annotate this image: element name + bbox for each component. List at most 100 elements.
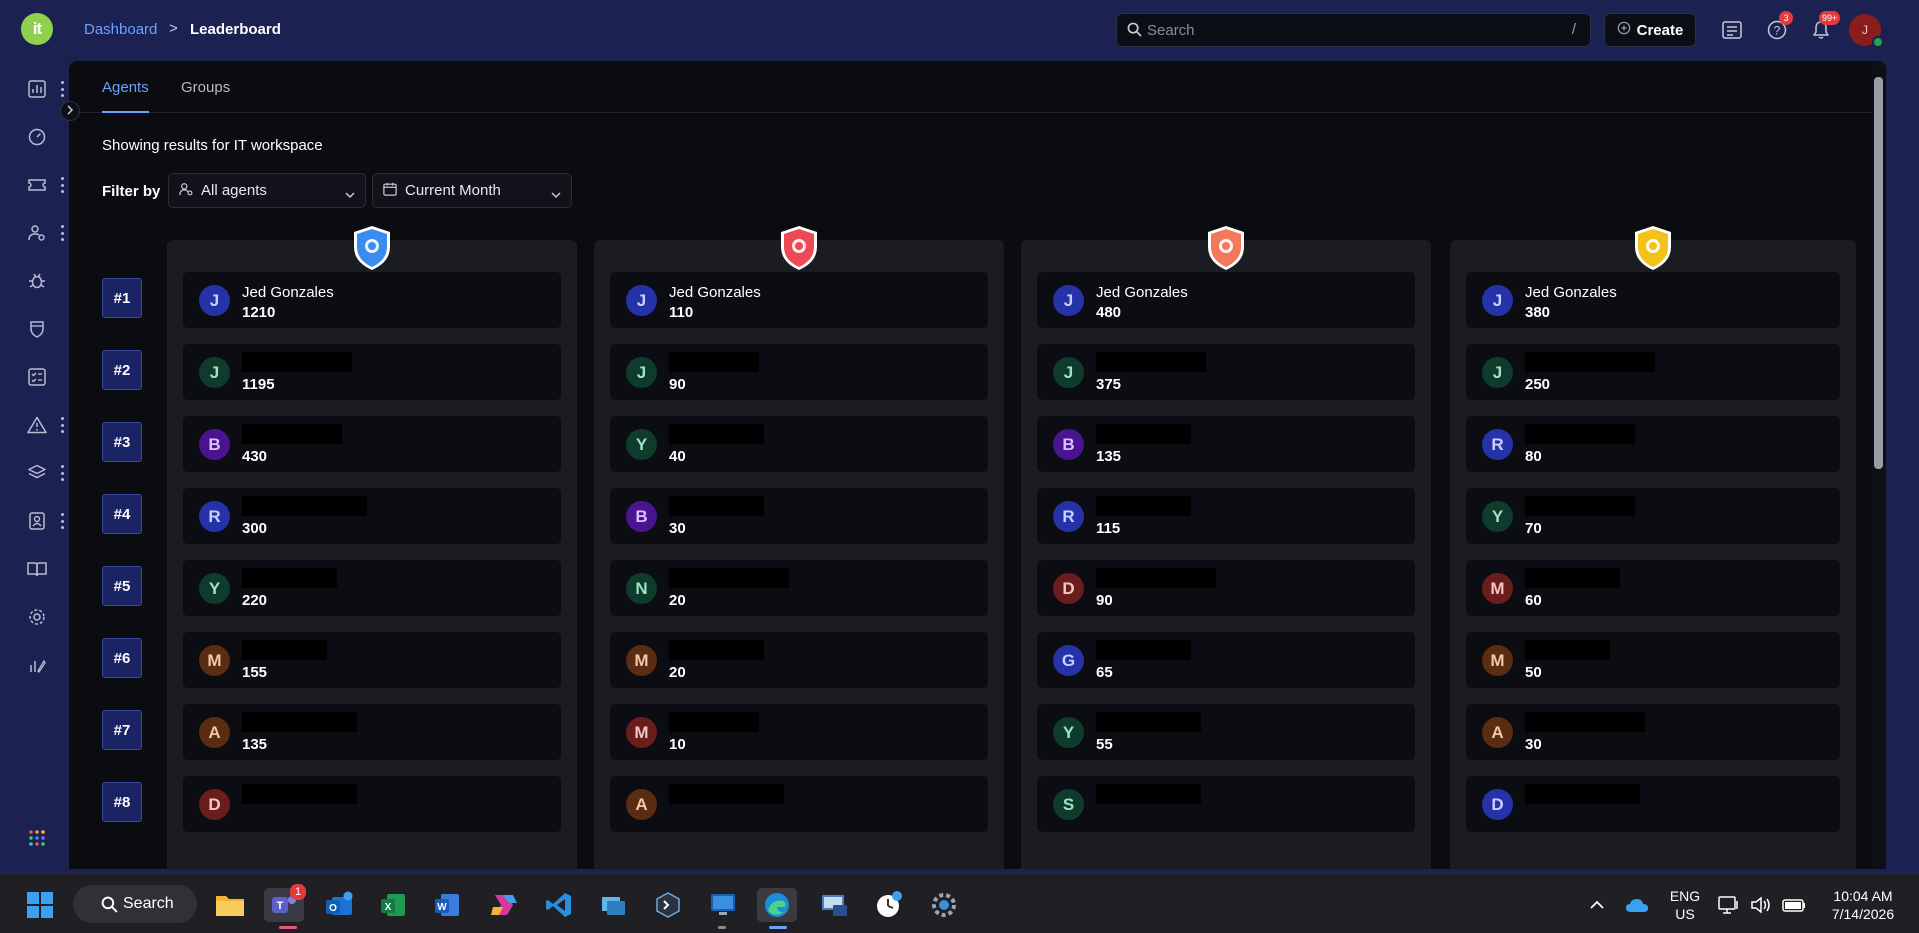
battery-icon[interactable]: [1777, 888, 1811, 922]
warning-icon[interactable]: [26, 414, 48, 436]
leaderboard-row[interactable]: J 375: [1037, 344, 1415, 400]
news-icon[interactable]: [1720, 18, 1744, 42]
tab-groups[interactable]: Groups: [181, 79, 230, 111]
app-logo[interactable]: it: [21, 13, 53, 45]
leaderboard-row[interactable]: Y 220: [183, 560, 561, 616]
leaderboard-row[interactable]: A 30: [1466, 704, 1840, 760]
agent-avatar: N: [626, 573, 657, 604]
scrollbar-thumb[interactable]: [1874, 77, 1883, 469]
vscode-icon[interactable]: [542, 888, 576, 922]
leaderboard-row[interactable]: G 65: [1037, 632, 1415, 688]
contacts-book-icon[interactable]: [26, 510, 48, 532]
contacts-menu-dots-icon[interactable]: [58, 513, 66, 529]
clock-reminder-icon[interactable]: [872, 888, 906, 922]
leaderboard-row[interactable]: R 300: [183, 488, 561, 544]
leaderboard-row[interactable]: J 90: [610, 344, 988, 400]
vertical-scrollbar[interactable]: [1872, 61, 1886, 869]
taskbar-search-label: Search: [123, 895, 174, 912]
network-monitor-icon[interactable]: [1712, 888, 1746, 922]
dashboard-menu-dots-icon[interactable]: [58, 81, 66, 97]
agent-avatar: A: [626, 789, 657, 820]
agent-name: Jed Gonzales: [242, 284, 334, 301]
file-explorer-icon[interactable]: [213, 888, 247, 922]
period-filter-dropdown[interactable]: Current Month: [372, 173, 572, 208]
leaderboard-row[interactable]: M 10: [610, 704, 988, 760]
leaderboard-row[interactable]: M 50: [1466, 632, 1840, 688]
users-menu-dots-icon[interactable]: [58, 225, 66, 241]
leaderboard-row[interactable]: R 80: [1466, 416, 1840, 472]
problems-menu-dots-icon[interactable]: [58, 417, 66, 433]
leaderboard-row[interactable]: J 250: [1466, 344, 1840, 400]
terminal-app-icon[interactable]: [651, 888, 685, 922]
leaderboard-row[interactable]: B 135: [1037, 416, 1415, 472]
rank-badge: #4: [102, 494, 142, 534]
agent-avatar: M: [626, 645, 657, 676]
leaderboard-row[interactable]: D: [183, 776, 561, 832]
leaderboard-row[interactable]: S: [1037, 776, 1415, 832]
agent-score: 155: [242, 664, 268, 681]
leaderboard-row[interactable]: B 430: [183, 416, 561, 472]
report-edit-icon[interactable]: [26, 654, 48, 676]
leaderboard-row[interactable]: B 30: [610, 488, 988, 544]
language-line-2: US: [1675, 906, 1695, 922]
leaderboard-row[interactable]: J Jed Gonzales 380: [1466, 272, 1840, 328]
leaderboard-row[interactable]: J Jed Gonzales 480: [1037, 272, 1415, 328]
apps-grid-icon[interactable]: [26, 827, 48, 849]
shield-icon[interactable]: [26, 318, 48, 340]
dashboard-icon[interactable]: [26, 78, 48, 100]
agent-score: 10: [669, 736, 686, 753]
ticket-icon[interactable]: [26, 174, 48, 196]
agent-avatar: J: [1482, 285, 1513, 316]
leaderboard-row[interactable]: M 155: [183, 632, 561, 688]
leaderboard-row[interactable]: N 20: [610, 560, 988, 616]
redacted-agent-name: [242, 640, 327, 660]
tab-agents[interactable]: Agents: [102, 79, 149, 113]
redacted-agent-name: [1096, 496, 1191, 516]
leaderboard-row[interactable]: D: [1466, 776, 1840, 832]
remote-desktop-icon[interactable]: [706, 888, 740, 922]
book-open-icon[interactable]: [26, 558, 48, 580]
leaderboard-row[interactable]: D 90: [1037, 560, 1415, 616]
onedrive-cloud-icon[interactable]: [1620, 888, 1654, 922]
bug-icon[interactable]: [26, 270, 48, 292]
leaderboard-row[interactable]: J Jed Gonzales 110: [610, 272, 988, 328]
leaderboard-row[interactable]: M 20: [610, 632, 988, 688]
taskbar-search[interactable]: Search: [73, 885, 197, 923]
leaderboard-row[interactable]: J Jed Gonzales 1210: [183, 272, 561, 328]
create-button[interactable]: Create: [1604, 13, 1696, 47]
outlook-icon[interactable]: O: [322, 888, 356, 922]
system-clock[interactable]: 10:04 AM 7/14/2026: [1822, 887, 1904, 923]
word-icon[interactable]: W: [430, 888, 464, 922]
gear-icon[interactable]: [26, 606, 48, 628]
tickets-menu-dots-icon[interactable]: [58, 177, 66, 193]
global-search[interactable]: /: [1116, 13, 1591, 47]
users-gear-icon[interactable]: [26, 222, 48, 244]
sidebar-expand-button[interactable]: [60, 101, 80, 121]
remote-tool-icon[interactable]: [596, 888, 630, 922]
leaderboard-row[interactable]: M 60: [1466, 560, 1840, 616]
leaderboard-row[interactable]: A 135: [183, 704, 561, 760]
agent-avatar: M: [626, 717, 657, 748]
breadcrumb-dashboard-link[interactable]: Dashboard: [84, 21, 157, 38]
checklist-icon[interactable]: [26, 366, 48, 388]
volume-icon[interactable]: [1744, 888, 1778, 922]
leaderboard-row[interactable]: J 1195: [183, 344, 561, 400]
leaderboard-row[interactable]: Y 40: [610, 416, 988, 472]
leaderboard-row[interactable]: Y 55: [1037, 704, 1415, 760]
language-indicator[interactable]: ENG US: [1663, 887, 1707, 923]
gauge-icon[interactable]: [26, 126, 48, 148]
network-tool-icon[interactable]: [817, 888, 851, 922]
chevron-up-icon[interactable]: [1580, 888, 1614, 922]
leaderboard-row[interactable]: R 115: [1037, 488, 1415, 544]
microsoft-365-icon[interactable]: [487, 888, 521, 922]
edge-browser-icon[interactable]: [757, 888, 797, 922]
search-input[interactable]: [1147, 20, 1547, 40]
agents-filter-dropdown[interactable]: All agents: [168, 173, 366, 208]
leaderboard-row[interactable]: A: [610, 776, 988, 832]
windows-start-icon[interactable]: [23, 888, 57, 922]
layers-icon[interactable]: [26, 462, 48, 484]
changes-menu-dots-icon[interactable]: [58, 465, 66, 481]
settings-gear-icon[interactable]: [927, 888, 961, 922]
excel-icon[interactable]: X: [376, 888, 410, 922]
leaderboard-row[interactable]: Y 70: [1466, 488, 1840, 544]
